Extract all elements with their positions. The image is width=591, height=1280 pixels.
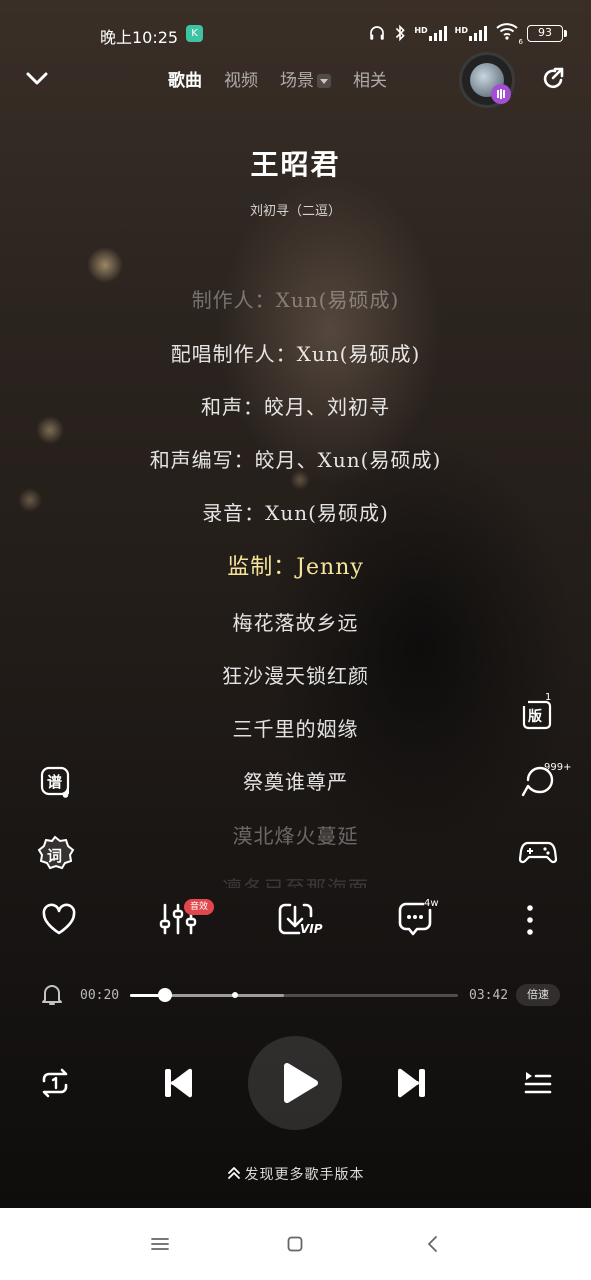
signal-icon (428, 25, 447, 41)
highlight-marker[interactable] (231, 992, 238, 998)
bell-icon[interactable] (41, 983, 63, 1007)
lyric-line[interactable]: 录音：Xun(易硕成) (0, 497, 591, 526)
playback-speed-button[interactable]: 倍速 (516, 984, 560, 1006)
lyric-line[interactable]: 梅花落故乡远 (0, 607, 591, 636)
sound-effect-badge: 音效 (184, 899, 215, 915)
lyric-line[interactable]: 凛冬已至那海面 (0, 872, 591, 888)
play-icon (284, 1062, 319, 1104)
lyric-line[interactable]: 三千里的姻缘 (0, 713, 591, 742)
sheet-music-button[interactable]: 谱 (38, 764, 76, 802)
more-vertical-icon[interactable] (520, 903, 540, 937)
battery-indicator: 93 (527, 24, 567, 42)
system-navigation-bar (0, 1208, 591, 1280)
bluetooth-icon (396, 24, 406, 42)
lyric-line[interactable]: 和声：皎月、刘初寻 (0, 391, 591, 420)
lyrics-label: 词 (47, 847, 63, 865)
version-label: 版 (528, 709, 542, 725)
hd-label: HD (414, 26, 428, 35)
lyric-line[interactable]: 制作人：Xun(易硕成) (0, 284, 591, 313)
top-tabs: 歌曲 视频 场景 相关 (168, 66, 387, 91)
download-button[interactable]: VIP (276, 899, 326, 941)
caret-down-icon[interactable] (317, 74, 331, 88)
lyric-line[interactable]: 狂沙漫天锁红颜 (0, 660, 591, 689)
more-versions-link[interactable]: 发现更多歌手版本 (0, 1164, 591, 1184)
home-icon[interactable] (287, 1236, 303, 1252)
tab-scene-wrap[interactable]: 场景 (280, 66, 331, 91)
vip-badge-icon (491, 84, 511, 104)
version-button[interactable]: 版 1 (520, 692, 560, 734)
song-title: 王昭君 (250, 148, 341, 181)
comments-count: 999+ (544, 762, 572, 773)
play-button[interactable] (248, 1036, 342, 1130)
wifi-icon: 6 (495, 22, 523, 46)
more-versions-label: 发现更多歌手版本 (244, 1167, 365, 1183)
tab-video[interactable]: 视频 (224, 66, 258, 91)
version-count: 1 (545, 692, 552, 703)
comment-count: 4w (424, 898, 439, 909)
signal-icon-2 (469, 25, 487, 41)
song-artist[interactable]: 刘初寻（二逗） (0, 200, 591, 219)
current-time: 00:20 (80, 988, 120, 1003)
repeat-icon[interactable] (38, 1068, 72, 1098)
chevron-up-double-icon (227, 1167, 240, 1179)
tab-song[interactable]: 歌曲 (168, 66, 202, 91)
share-icon[interactable] (539, 65, 567, 93)
back-icon[interactable] (426, 1235, 438, 1253)
chevron-down-icon[interactable] (24, 66, 50, 92)
status-time: 晚上10:25 (100, 28, 179, 47)
lyric-line-current[interactable]: 监制：Jenny (0, 549, 591, 581)
total-time: 03:42 (469, 988, 509, 1003)
headphones-icon (370, 26, 385, 40)
previous-track-icon[interactable] (160, 1064, 196, 1102)
lyric-line[interactable]: 配唱制作人：Xun(易硕成) (0, 338, 591, 367)
hd-label-2: HD (454, 26, 468, 35)
status-icons: HD HD 6 93 (368, 22, 567, 46)
lyric-line[interactable]: 漠北烽火蔓延 (0, 820, 591, 849)
tab-related[interactable]: 相关 (353, 66, 387, 91)
lyrics-poster-button[interactable]: 词 (34, 834, 76, 876)
sheet-music-label: 谱 (47, 773, 63, 791)
tab-scene[interactable]: 场景 (280, 71, 314, 91)
heart-icon[interactable] (40, 901, 78, 939)
wifi-sub-label: 6 (518, 38, 523, 46)
next-track-icon[interactable] (394, 1064, 430, 1102)
lyric-line[interactable]: 和声编写：皎月、Xun(易硕成) (0, 444, 591, 473)
game-controller-icon[interactable] (519, 834, 557, 872)
menu-icon[interactable] (151, 1237, 169, 1251)
vip-label: VIP (300, 922, 323, 936)
app-notification-icon: K (186, 25, 203, 42)
playlist-icon[interactable] (522, 1066, 554, 1098)
comments-bubble-button[interactable]: 999+ (520, 762, 580, 802)
comment-button[interactable]: 4w (396, 898, 446, 941)
lyric-line[interactable]: 祭奠谁尊严 (0, 766, 591, 795)
